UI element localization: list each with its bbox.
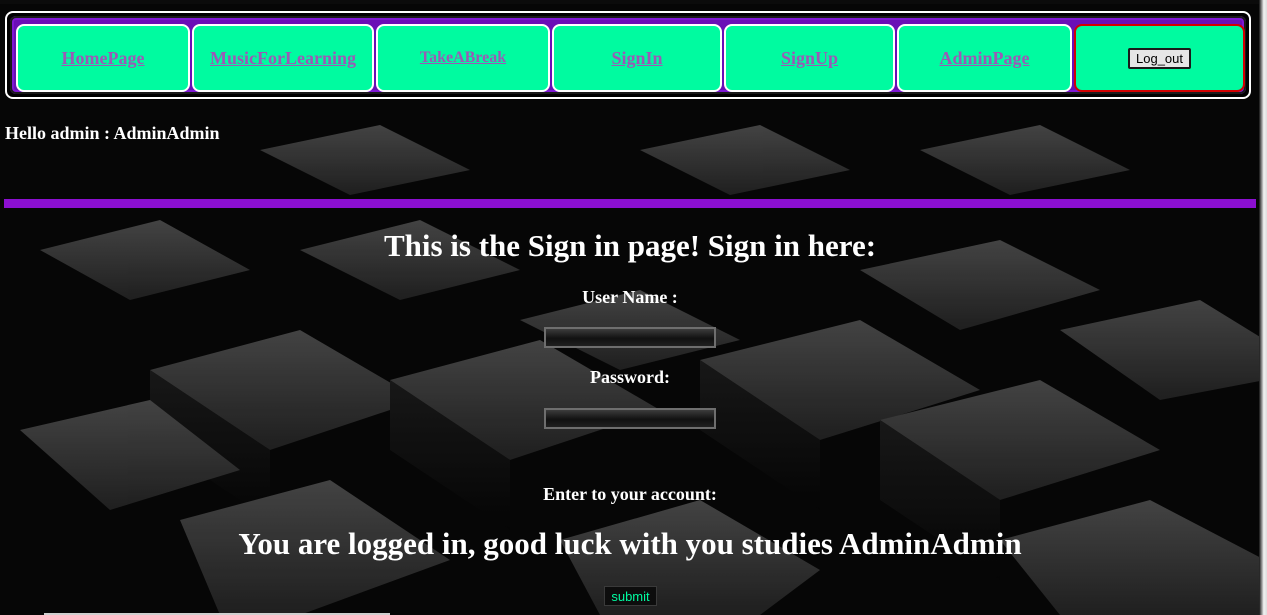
nav-link-signup[interactable]: SignUp (781, 48, 838, 69)
nav-item-homepage[interactable]: HomePage (16, 24, 190, 92)
submit-button[interactable]: submit (604, 586, 657, 606)
divider-bar (4, 199, 1256, 208)
nav-link-signin[interactable]: SignIn (611, 48, 662, 69)
nav-item-signup[interactable]: SignUp (724, 24, 895, 92)
navbar: HomePage MusicForLearning TakeABreak Sig… (5, 11, 1251, 99)
enter-account-label: Enter to your account: (543, 484, 717, 504)
navbar-frame: HomePage MusicForLearning TakeABreak Sig… (10, 16, 1246, 94)
nav-item-adminpage[interactable]: AdminPage (897, 24, 1072, 92)
nav-link-takeabreak[interactable]: TakeABreak (420, 49, 506, 67)
username-label: User Name : (582, 287, 678, 307)
nav-item-takeabreak[interactable]: TakeABreak (376, 24, 550, 92)
nav-item-musicforlearning[interactable]: MusicForLearning (192, 24, 374, 92)
page-title: This is the Sign in page! Sign in here: (383, 228, 877, 263)
logout-button[interactable]: Log_out (1128, 47, 1191, 69)
nav-item-logout: Log_out (1074, 24, 1245, 92)
logged-in-message: You are logged in, good luck with you st… (238, 526, 1022, 561)
top-rule (0, 0, 1267, 4)
password-label: Password: (590, 367, 670, 387)
nav-link-adminpage[interactable]: AdminPage (940, 48, 1030, 69)
password-input[interactable] (544, 408, 716, 429)
nav-item-signin[interactable]: SignIn (552, 24, 722, 92)
greeting-text: Hello admin : AdminAdmin (5, 123, 220, 143)
scrollbar-edge[interactable] (1259, 0, 1267, 615)
page: HomePage MusicForLearning TakeABreak Sig… (0, 0, 1267, 615)
nav-link-musicforlearning[interactable]: MusicForLearning (210, 48, 356, 69)
nav-link-homepage[interactable]: HomePage (62, 48, 145, 69)
username-input[interactable] (544, 327, 716, 348)
